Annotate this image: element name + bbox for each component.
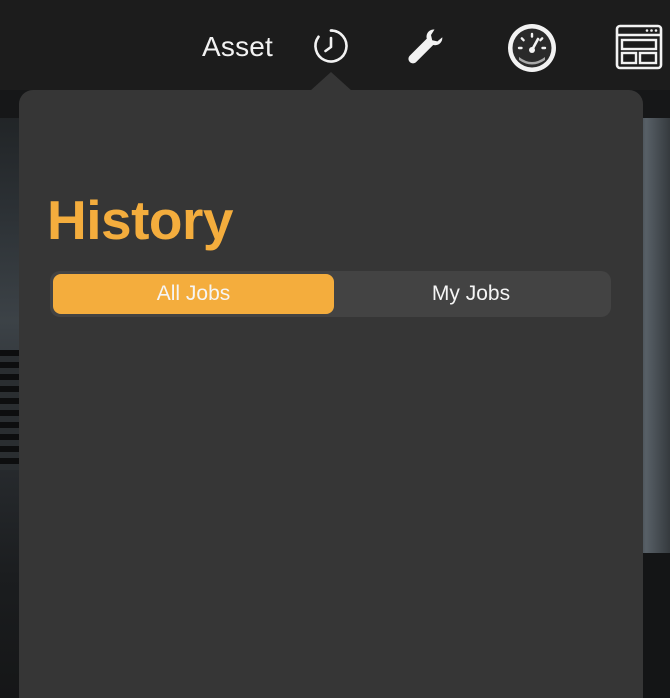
history-clock-icon[interactable]	[312, 27, 350, 65]
dashboard-layout-icon[interactable]	[615, 24, 663, 70]
my-jobs-segment[interactable]: My Jobs	[334, 274, 608, 314]
screen: Asset History All Jobs My Jobs	[0, 0, 670, 698]
history-title: History	[47, 189, 234, 251]
jobs-segmented-control[interactable]: All Jobs My Jobs	[50, 271, 611, 317]
gauge-icon[interactable]	[506, 22, 558, 74]
asset-title[interactable]: Asset	[202, 28, 273, 66]
popover-arrow	[310, 72, 352, 91]
wrench-icon[interactable]	[404, 25, 448, 69]
all-jobs-segment[interactable]: All Jobs	[53, 274, 334, 314]
history-popover: History All Jobs My Jobs	[19, 90, 643, 698]
